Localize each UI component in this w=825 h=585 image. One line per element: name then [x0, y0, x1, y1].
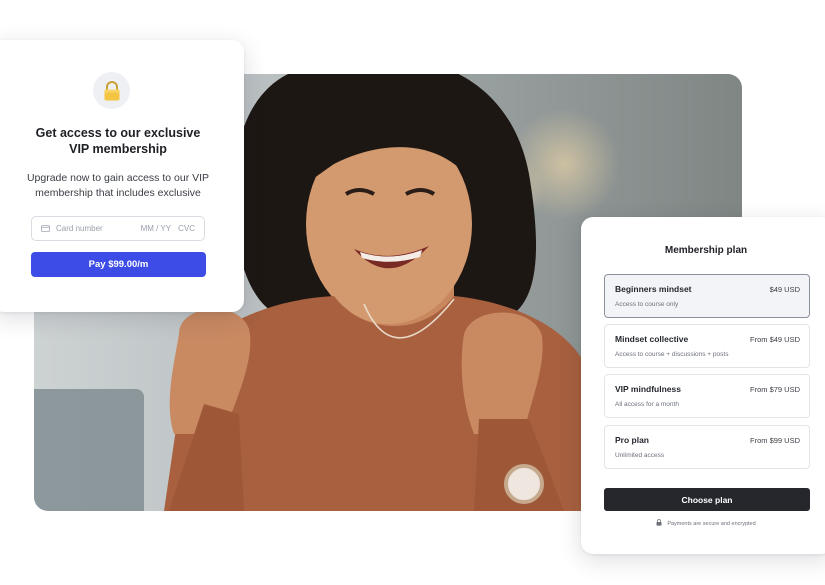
plan-description: Unlimited access [615, 452, 665, 459]
vip-title: Get access to our exclusive VIP membersh… [8, 125, 228, 157]
plan-name: VIP mindfulness [615, 384, 681, 394]
plan-price: From $79 USD [749, 385, 800, 394]
membership-plan-title: Membership plan [664, 245, 748, 256]
plan-price: From $49 USD [749, 335, 800, 344]
padlock-icon [656, 519, 662, 528]
vip-description-line-2: membership that includes exclusive [35, 186, 201, 199]
plan-option-vip-mindfulness[interactable]: VIP mindfulness From $79 USD All access … [604, 374, 810, 418]
lock-icon [93, 72, 130, 109]
plan-price: $49 USD [769, 285, 800, 294]
choose-plan-button[interactable]: Choose plan [604, 488, 810, 511]
vip-description: Upgrade now to gain access to our VIP me… [20, 171, 216, 200]
vip-title-line-1: Get access to our exclusive [35, 126, 201, 140]
plan-option-pro-plan[interactable]: Pro plan From $99 USD Unlimited access [604, 425, 810, 469]
plan-name: Pro plan [615, 435, 650, 445]
card-details-input[interactable]: Card number MM / YY CVC [31, 216, 205, 241]
plan-option-beginners-mindset[interactable]: Beginners mindset $49 USD Access to cour… [604, 274, 810, 318]
cvc-field[interactable]: CVC [178, 224, 195, 233]
plan-option-mindset-collective[interactable]: Mindset collective From $49 USD Access t… [604, 324, 810, 368]
plan-description: All access for a month [615, 401, 679, 408]
secure-payment-text: Payments are secure and encrypted [667, 520, 756, 527]
expiry-field[interactable]: MM / YY [141, 224, 172, 233]
secure-payment-note: Payments are secure and encrypted [581, 519, 825, 528]
vip-access-card: Get access to our exclusive VIP membersh… [0, 40, 244, 312]
plan-price: From $99 USD [749, 436, 800, 445]
vip-description-line-1: Upgrade now to gain access to our VIP [26, 172, 210, 184]
plan-description: Access to course only [615, 301, 679, 308]
plan-description: Access to course + discussions + posts [615, 351, 729, 358]
card-number-field[interactable]: Card number [56, 224, 141, 233]
credit-card-icon [41, 225, 50, 232]
plan-name: Mindset collective [615, 334, 689, 344]
plan-name: Beginners mindset [615, 284, 692, 294]
pay-button[interactable]: Pay $99.00/m [31, 252, 206, 277]
membership-plan-card: Membership plan Beginners mindset $49 US… [581, 217, 825, 554]
vip-title-line-2: VIP membership [69, 142, 167, 156]
